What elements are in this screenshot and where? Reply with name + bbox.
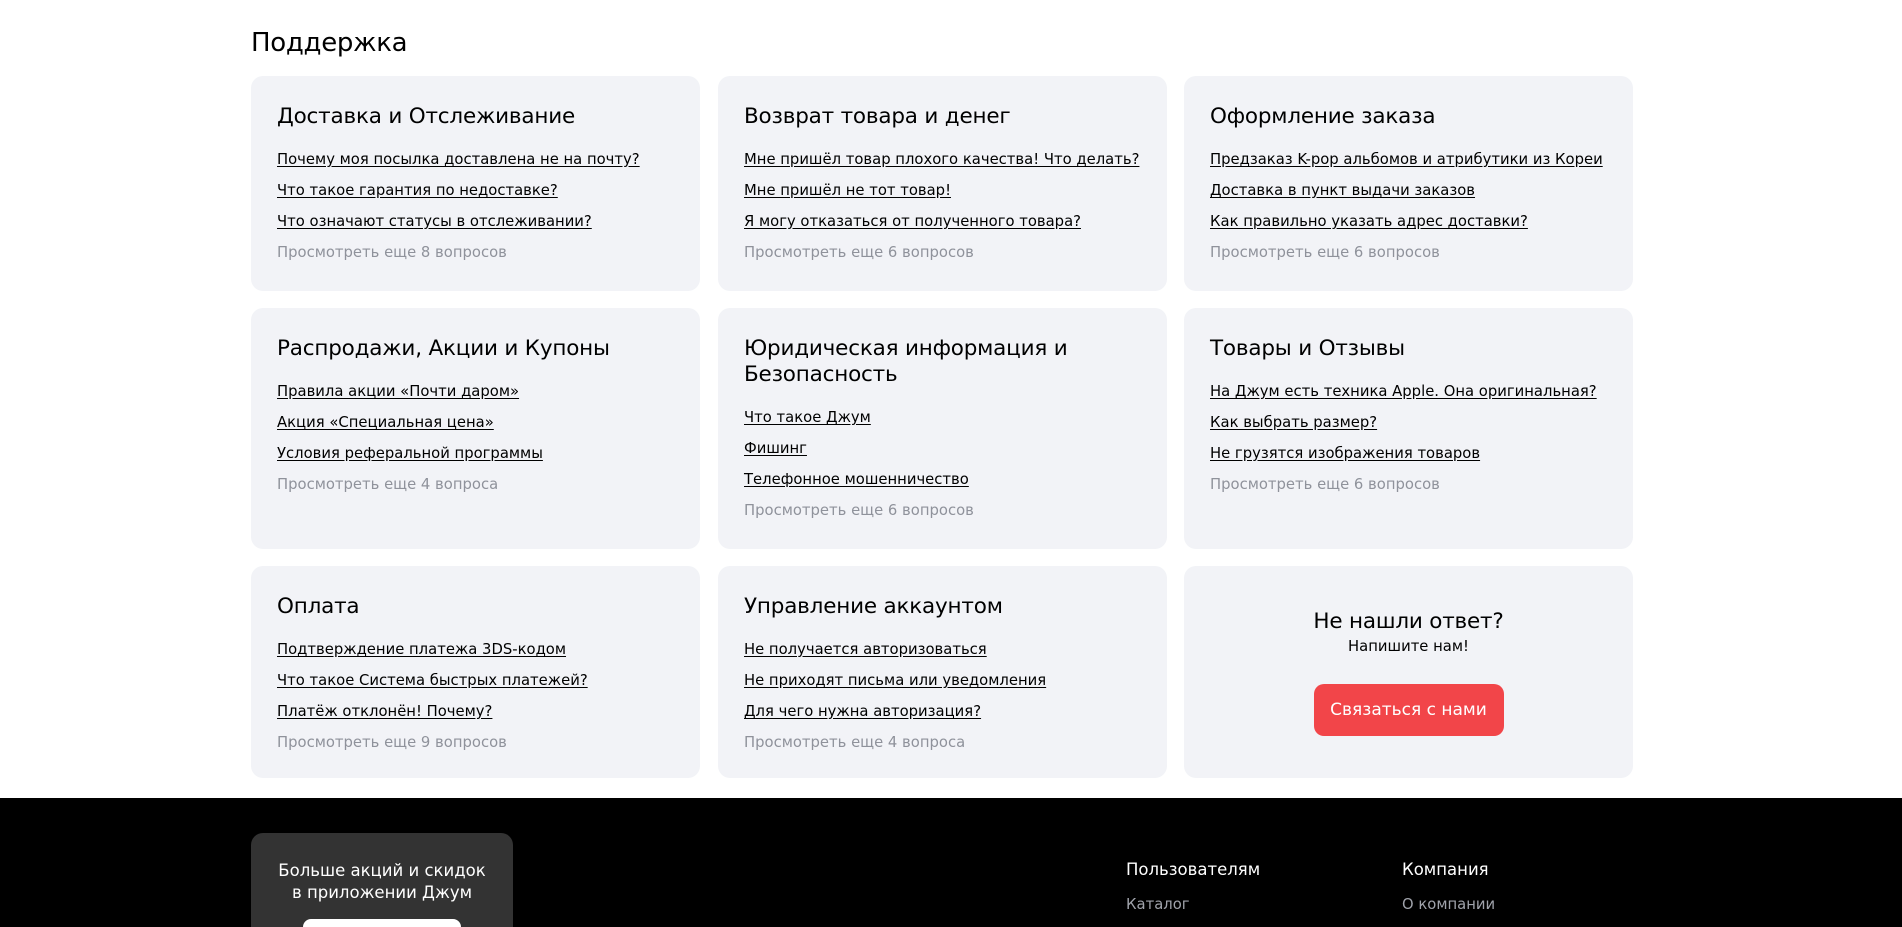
- faq-link[interactable]: Предзаказ K-pop альбомов и атрибутики из…: [1210, 150, 1607, 169]
- footer-column-title: Компания: [1402, 860, 1489, 879]
- promo-text-line2: в приложении Джум: [291, 883, 473, 902]
- more-questions-link[interactable]: Просмотреть еще 6 вопросов: [744, 501, 1141, 520]
- faq-link[interactable]: Почему моя посылка доставлена не на почт…: [277, 150, 674, 169]
- faq-link[interactable]: Как выбрать размер?: [1210, 413, 1607, 432]
- more-questions-link[interactable]: Просмотреть еще 9 вопросов: [277, 733, 674, 752]
- page-title: Поддержка: [251, 28, 408, 58]
- faq-link[interactable]: Доставка в пункт выдачи заказов: [1210, 181, 1607, 200]
- app-promo: Больше акций и скидок в приложении Джум: [251, 833, 513, 927]
- footer-column-users: Пользователям Каталог: [1126, 860, 1260, 914]
- faq-link[interactable]: Я могу отказаться от полученного товара?: [744, 212, 1141, 231]
- card-ordering: Оформление заказа Предзаказ K-pop альбом…: [1184, 76, 1633, 291]
- footer-column-title: Пользователям: [1126, 860, 1261, 879]
- card-title: Возврат товара и денег: [744, 104, 1011, 129]
- faq-link[interactable]: Акция «Специальная цена»: [277, 413, 674, 432]
- card-title: Доставка и Отслеживание: [277, 104, 576, 129]
- card-delivery: Доставка и Отслеживание Почему моя посыл…: [251, 76, 700, 291]
- footer-link-about[interactable]: О компании: [1402, 895, 1495, 914]
- card-returns: Возврат товара и денег Мне пришёл товар …: [718, 76, 1167, 291]
- contact-us-button[interactable]: Связаться с нами: [1313, 683, 1504, 736]
- more-questions-link[interactable]: Просмотреть еще 4 вопроса: [277, 475, 674, 494]
- faq-link[interactable]: Подтверждение платежа 3DS-кодом: [277, 640, 674, 659]
- card-title: Юридическая информация и Безопасность: [744, 336, 1068, 387]
- app-download-button[interactable]: [303, 919, 461, 927]
- more-questions-link[interactable]: Просмотреть еще 6 вопросов: [1210, 475, 1607, 494]
- faq-link[interactable]: Условия реферальной программы: [277, 444, 674, 463]
- contact-title: Не нашли ответ?: [1313, 608, 1504, 634]
- contact-subtitle: Напишите нам!: [1348, 637, 1469, 655]
- card-title: Управление аккаунтом: [744, 594, 1003, 619]
- faq-link[interactable]: Мне пришёл товар плохого качества! Что д…: [744, 150, 1141, 169]
- faq-link[interactable]: Что означают статусы в отслеживании?: [277, 212, 674, 231]
- faq-link[interactable]: Не приходят письма или уведомления: [744, 671, 1141, 690]
- faq-link[interactable]: Что такое Джум: [744, 408, 1141, 427]
- footer-link-catalog[interactable]: Каталог: [1126, 895, 1260, 914]
- faq-link[interactable]: Правила акции «Почти даром»: [277, 382, 674, 401]
- card-title: Товары и Отзывы: [1210, 336, 1405, 361]
- footer: Больше акций и скидок в приложении Джум …: [0, 798, 1902, 927]
- faq-link[interactable]: Не грузятся изображения товаров: [1210, 444, 1607, 463]
- card-sales: Распродажи, Акции и Купоны Правила акции…: [251, 308, 700, 549]
- card-title: Оплата: [277, 594, 360, 619]
- card-payment: Оплата Подтверждение платежа 3DS-кодом Ч…: [251, 566, 700, 778]
- contact-card: Не нашли ответ? Напишите нам! Связаться …: [1184, 566, 1633, 778]
- card-title: Оформление заказа: [1210, 104, 1436, 129]
- more-questions-link[interactable]: Просмотреть еще 6 вопросов: [744, 243, 1141, 262]
- card-account: Управление аккаунтом Не получается автор…: [718, 566, 1167, 778]
- card-title: Распродажи, Акции и Купоны: [277, 336, 610, 361]
- faq-link[interactable]: Что такое Система быстрых платежей?: [277, 671, 674, 690]
- card-products: Товары и Отзывы На Джум есть техника App…: [1184, 308, 1633, 549]
- more-questions-link[interactable]: Просмотреть еще 6 вопросов: [1210, 243, 1607, 262]
- more-questions-link[interactable]: Просмотреть еще 8 вопросов: [277, 243, 674, 262]
- footer-column-company: Компания О компании: [1402, 860, 1495, 914]
- faq-link[interactable]: Платёж отклонён! Почему?: [277, 702, 674, 721]
- page: Поддержка Доставка и Отслеживание Почему…: [0, 0, 1902, 927]
- faq-link[interactable]: Мне пришёл не тот товар!: [744, 181, 1141, 200]
- faq-link[interactable]: Фишинг: [744, 439, 1141, 458]
- card-legal: Юридическая информация и Безопасность Чт…: [718, 308, 1167, 549]
- faq-link[interactable]: На Джум есть техника Apple. Она оригинал…: [1210, 382, 1607, 401]
- promo-text-line1: Больше акций и скидок: [278, 861, 486, 880]
- faq-link[interactable]: Для чего нужна авторизация?: [744, 702, 1141, 721]
- faq-link[interactable]: Телефонное мошенничество: [744, 470, 1141, 489]
- faq-link[interactable]: Как правильно указать адрес доставки?: [1210, 212, 1607, 231]
- faq-link[interactable]: Что такое гарантия по недоставке?: [277, 181, 674, 200]
- faq-link[interactable]: Не получается авторизоваться: [744, 640, 1141, 659]
- more-questions-link[interactable]: Просмотреть еще 4 вопроса: [744, 733, 1141, 752]
